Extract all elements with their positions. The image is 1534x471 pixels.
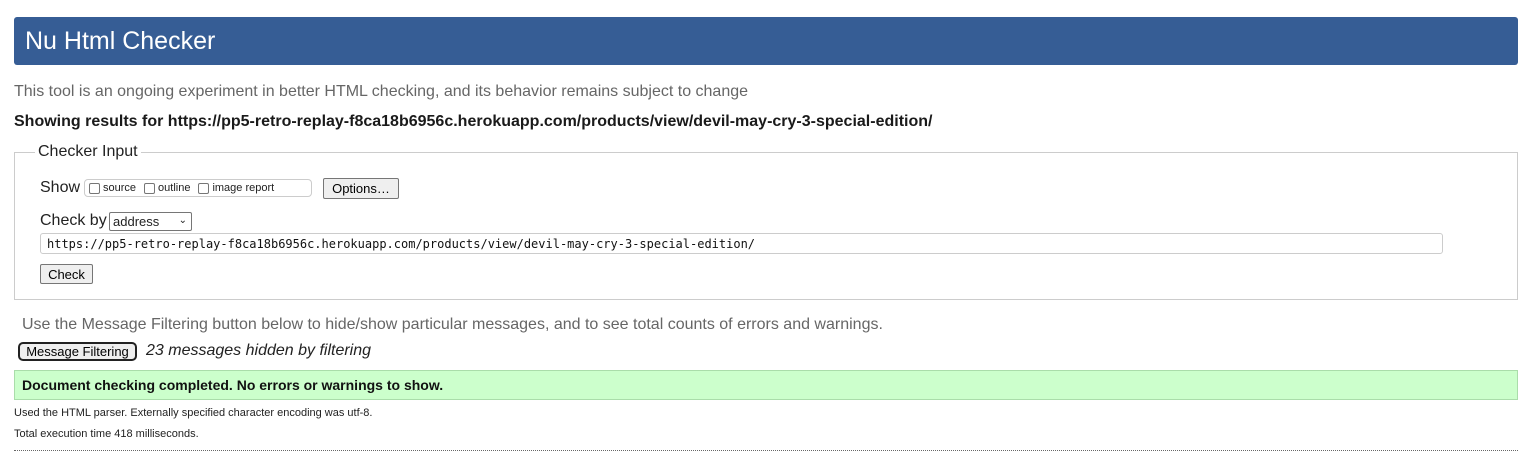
success-message: Document checking completed. No errors o… xyxy=(14,370,1518,400)
show-image-report-option[interactable]: image report xyxy=(198,182,274,194)
show-source-option[interactable]: source xyxy=(89,182,136,194)
divider xyxy=(14,450,1518,451)
outline-checkbox[interactable] xyxy=(144,182,156,194)
image-report-checkbox[interactable] xyxy=(198,182,210,194)
options-button[interactable]: Options… xyxy=(323,178,399,199)
chevron-down-icon: ⌄ xyxy=(178,215,187,226)
page: Nu Html Checker This tool is an ongoing … xyxy=(0,0,1534,471)
check-by-label: Check by xyxy=(40,212,107,229)
showing-results-heading: Showing results for https://pp5-retro-re… xyxy=(14,113,933,130)
show-options-group: source outline image report xyxy=(84,179,312,197)
show-outline-option[interactable]: outline xyxy=(144,182,190,194)
header-bar: Nu Html Checker xyxy=(14,17,1518,65)
show-label: Show xyxy=(40,179,81,196)
parser-note: Used the HTML parser. Externally specifi… xyxy=(14,407,373,419)
outline-label: outline xyxy=(158,182,191,194)
page-title: Nu Html Checker xyxy=(25,27,216,55)
url-input[interactable]: https://pp5-retro-replay-f8ca18b6956c.he… xyxy=(40,233,1443,254)
check-by-selected-value: address xyxy=(113,214,160,229)
filtering-note: Use the Message Filtering button below t… xyxy=(22,316,883,333)
check-by-select[interactable]: address ⌄ xyxy=(109,212,192,231)
source-checkbox[interactable] xyxy=(89,182,100,194)
checker-input-legend: Checker Input xyxy=(38,143,138,160)
message-filtering-button[interactable]: Message Filtering xyxy=(18,342,137,361)
hidden-messages-note: 23 messages hidden by filtering xyxy=(146,342,372,359)
execution-time-note: Total execution time 418 milliseconds. xyxy=(14,428,199,440)
checker-input-fieldset: Checker Input xyxy=(14,143,1518,300)
image-report-label: image report xyxy=(212,182,275,194)
source-label: source xyxy=(103,182,137,194)
check-button[interactable]: Check xyxy=(40,264,93,284)
intro-text: This tool is an ongoing experiment in be… xyxy=(14,83,749,100)
